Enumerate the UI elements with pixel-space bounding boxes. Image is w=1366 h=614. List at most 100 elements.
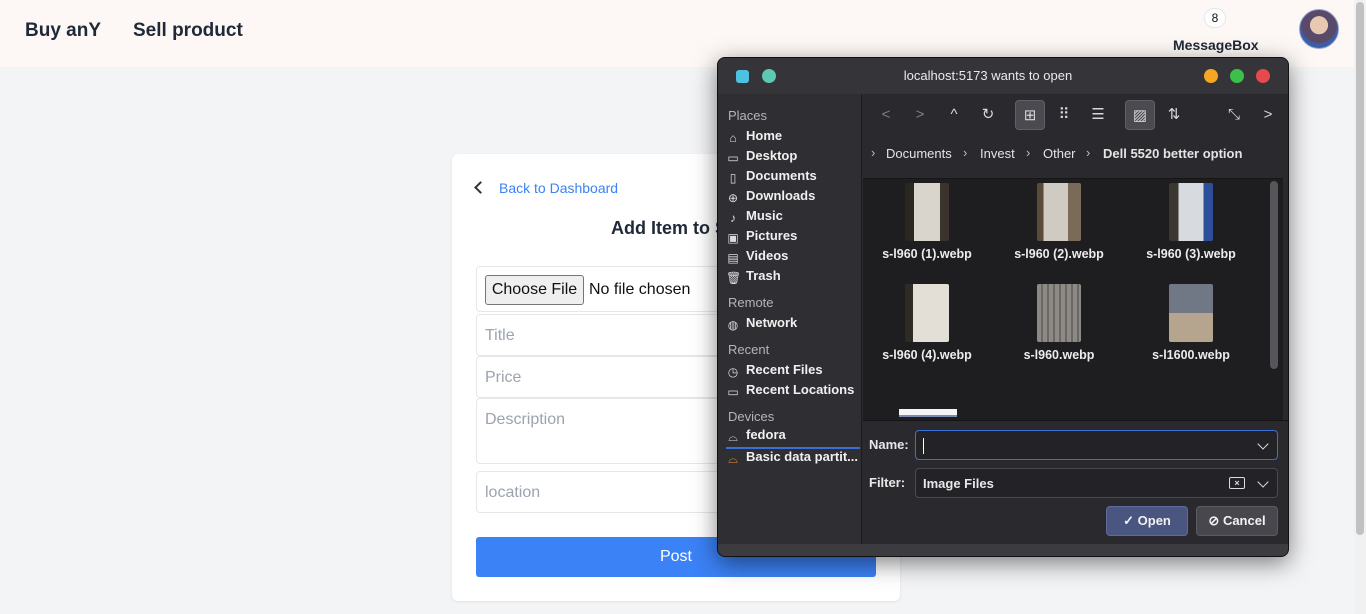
video-icon: ▤ <box>727 251 739 265</box>
places-heading: Places <box>728 108 768 123</box>
recent-heading: Recent <box>728 342 770 357</box>
chevron-left-icon <box>474 181 487 194</box>
devices-heading: Devices <box>728 409 775 424</box>
file-item[interactable]: s-l1600.webp <box>1131 280 1251 370</box>
chevron-down-icon[interactable] <box>1257 438 1269 450</box>
reload-icon[interactable]: ↻ <box>973 100 1003 130</box>
file-item[interactable]: s-l960 (4).webp <box>867 280 987 370</box>
breadcrumb-documents[interactable]: Documents <box>886 146 952 161</box>
forward-arrow-icon[interactable]: > <box>905 100 935 130</box>
globe-icon: ◍ <box>727 318 739 332</box>
minimize-button[interactable] <box>1204 69 1218 83</box>
collapse-icon[interactable]: ⤡ <box>1219 100 1249 130</box>
sidebar-item-documents[interactable]: ▯ Documents <box>726 168 860 188</box>
picture-icon: ▣ <box>727 231 739 245</box>
music-icon: ♪ <box>730 211 736 225</box>
dialog-footer: Name: Filter: Image Files × ✓ Open ⊘ Can… <box>863 420 1288 544</box>
message-count-badge: 8 <box>1204 8 1226 28</box>
breadcrumb: › Documents › Invest › Other › Dell 5520… <box>863 146 1288 166</box>
breadcrumb-invest[interactable]: Invest <box>980 146 1015 161</box>
breadcrumb-chevron-icon: › <box>963 146 968 160</box>
sidebar-item-desktop[interactable]: ▭ Desktop <box>726 148 860 168</box>
messagebox-link[interactable]: MessageBox <box>1173 37 1259 53</box>
file-thumbnail <box>905 183 949 241</box>
back-to-dashboard-link[interactable]: Back to Dashboard <box>474 180 619 196</box>
check-icon: ✓ <box>1123 513 1135 528</box>
recent-files-icon: ◷ <box>727 365 739 379</box>
desktop-icon: ▭ <box>727 151 739 165</box>
file-thumbnail <box>905 284 949 342</box>
sell-product-link[interactable]: Sell product <box>133 20 243 42</box>
breadcrumb-other[interactable]: Other <box>1043 146 1076 161</box>
avatar[interactable] <box>1299 9 1339 49</box>
trash-icon: 🗑 <box>726 271 742 285</box>
back-arrow-icon[interactable]: < <box>871 100 901 130</box>
file-item[interactable]: s-l960 (3).webp <box>1131 179 1251 269</box>
sidebar-item-fedora[interactable]: ⌓ fedora <box>726 427 860 449</box>
places-sidebar: Places ⌂ Home ▭ Desktop ▯ Documents ⊕ Downlo… <box>718 94 862 544</box>
file-thumbnail <box>1169 183 1213 241</box>
maximize-button[interactable] <box>1230 69 1244 83</box>
brand-logo[interactable]: Buy anY <box>25 20 101 42</box>
breadcrumb-chevron-icon: › <box>1086 146 1091 160</box>
sidebar-item-basic-data-partition[interactable]: ⌓ Basic data partit... <box>726 449 860 469</box>
filter-select[interactable]: Image Files × <box>915 468 1278 498</box>
sidebar-item-recent-locations[interactable]: ▭ Recent Locations <box>726 382 860 402</box>
list-view-icon[interactable]: ☰ <box>1083 100 1113 130</box>
file-thumbnail <box>1037 183 1081 241</box>
sidebar-item-music[interactable]: ♪ Music <box>726 208 860 228</box>
sidebar-item-recent-files[interactable]: ◷ Recent Files <box>726 362 860 382</box>
text-caret <box>923 438 924 454</box>
sidebar-item-pictures[interactable]: ▣ Pictures <box>726 228 860 248</box>
file-open-dialog: localhost:5173 wants to open Places ⌂ Hom… <box>717 57 1289 557</box>
more-chevron-icon[interactable]: > <box>1253 100 1283 130</box>
sidebar-item-downloads[interactable]: ⊕ Downloads <box>726 188 860 208</box>
breadcrumb-chevron-icon: › <box>871 146 876 160</box>
file-item[interactable]: s-l960 (2).webp <box>999 179 1119 269</box>
file-grid-scrollbar[interactable] <box>1270 181 1278 369</box>
chevron-down-icon[interactable] <box>1257 476 1269 488</box>
cancel-button[interactable]: ⊘ Cancel <box>1196 506 1278 536</box>
sidebar-item-videos[interactable]: ▤ Videos <box>726 248 860 268</box>
file-grid: s-l960 (1).webp s-l960 (2).webp s-l960 (… <box>863 178 1283 420</box>
preview-icon[interactable]: ▨ <box>1125 100 1155 130</box>
drive-warning-icon: ⌓ <box>728 452 738 466</box>
dialog-toolbar: < > ^ ↻ ⊞ ⠿ ☰ ▨ ⇅ ⤡ > <box>863 94 1288 136</box>
download-icon: ⊕ <box>727 191 739 205</box>
file-thumbnail <box>1169 284 1213 342</box>
file-item[interactable]: s-l960.webp <box>999 280 1119 370</box>
dialog-title: localhost:5173 wants to open <box>903 68 1073 83</box>
icon-view-icon[interactable]: ⊞ <box>1015 100 1045 130</box>
drive-icon: ⌓ <box>728 430 738 444</box>
file-thumbnail <box>1037 284 1081 342</box>
breadcrumb-chevron-icon: › <box>1026 146 1031 160</box>
sort-icon[interactable]: ⇅ <box>1159 100 1189 130</box>
cancel-icon: ⊘ <box>1208 513 1220 528</box>
parent-folder-icon[interactable]: ^ <box>939 100 969 130</box>
no-file-chosen-text: No file chosen <box>589 281 691 298</box>
remote-heading: Remote <box>728 295 774 310</box>
home-icon: ⌂ <box>729 131 737 145</box>
open-button[interactable]: ✓ Open <box>1106 506 1188 536</box>
compact-view-icon[interactable]: ⠿ <box>1049 100 1079 130</box>
close-button[interactable] <box>1256 69 1270 83</box>
sidebar-item-network[interactable]: ◍ Network <box>726 315 860 335</box>
filename-input[interactable] <box>915 430 1278 460</box>
filter-value: Image Files <box>923 476 994 491</box>
sidebar-item-home[interactable]: ⌂ Home <box>726 128 860 148</box>
page-title: Add Item to S <box>611 218 727 238</box>
back-link-label: Back to Dashboard <box>499 180 619 196</box>
file-item[interactable]: s-l960 (1).webp <box>867 179 987 269</box>
sidebar-item-trash[interactable]: 🗑 Trash <box>726 268 860 288</box>
recent-locations-icon: ▭ <box>727 385 739 399</box>
name-label: Name: <box>869 437 909 452</box>
dialog-titlebar[interactable]: localhost:5173 wants to open <box>718 58 1288 94</box>
breadcrumb-current-folder[interactable]: Dell 5520 better option <box>1103 146 1242 161</box>
filter-label: Filter: <box>869 475 906 490</box>
clear-icon[interactable]: × <box>1229 477 1245 489</box>
page-scrollbar-thumb[interactable] <box>1356 2 1364 535</box>
file-thumbnail[interactable] <box>899 409 957 417</box>
dialog-bottom-strip <box>718 544 1288 556</box>
choose-file-button[interactable]: Choose File <box>485 275 584 305</box>
document-icon: ▯ <box>729 171 737 185</box>
